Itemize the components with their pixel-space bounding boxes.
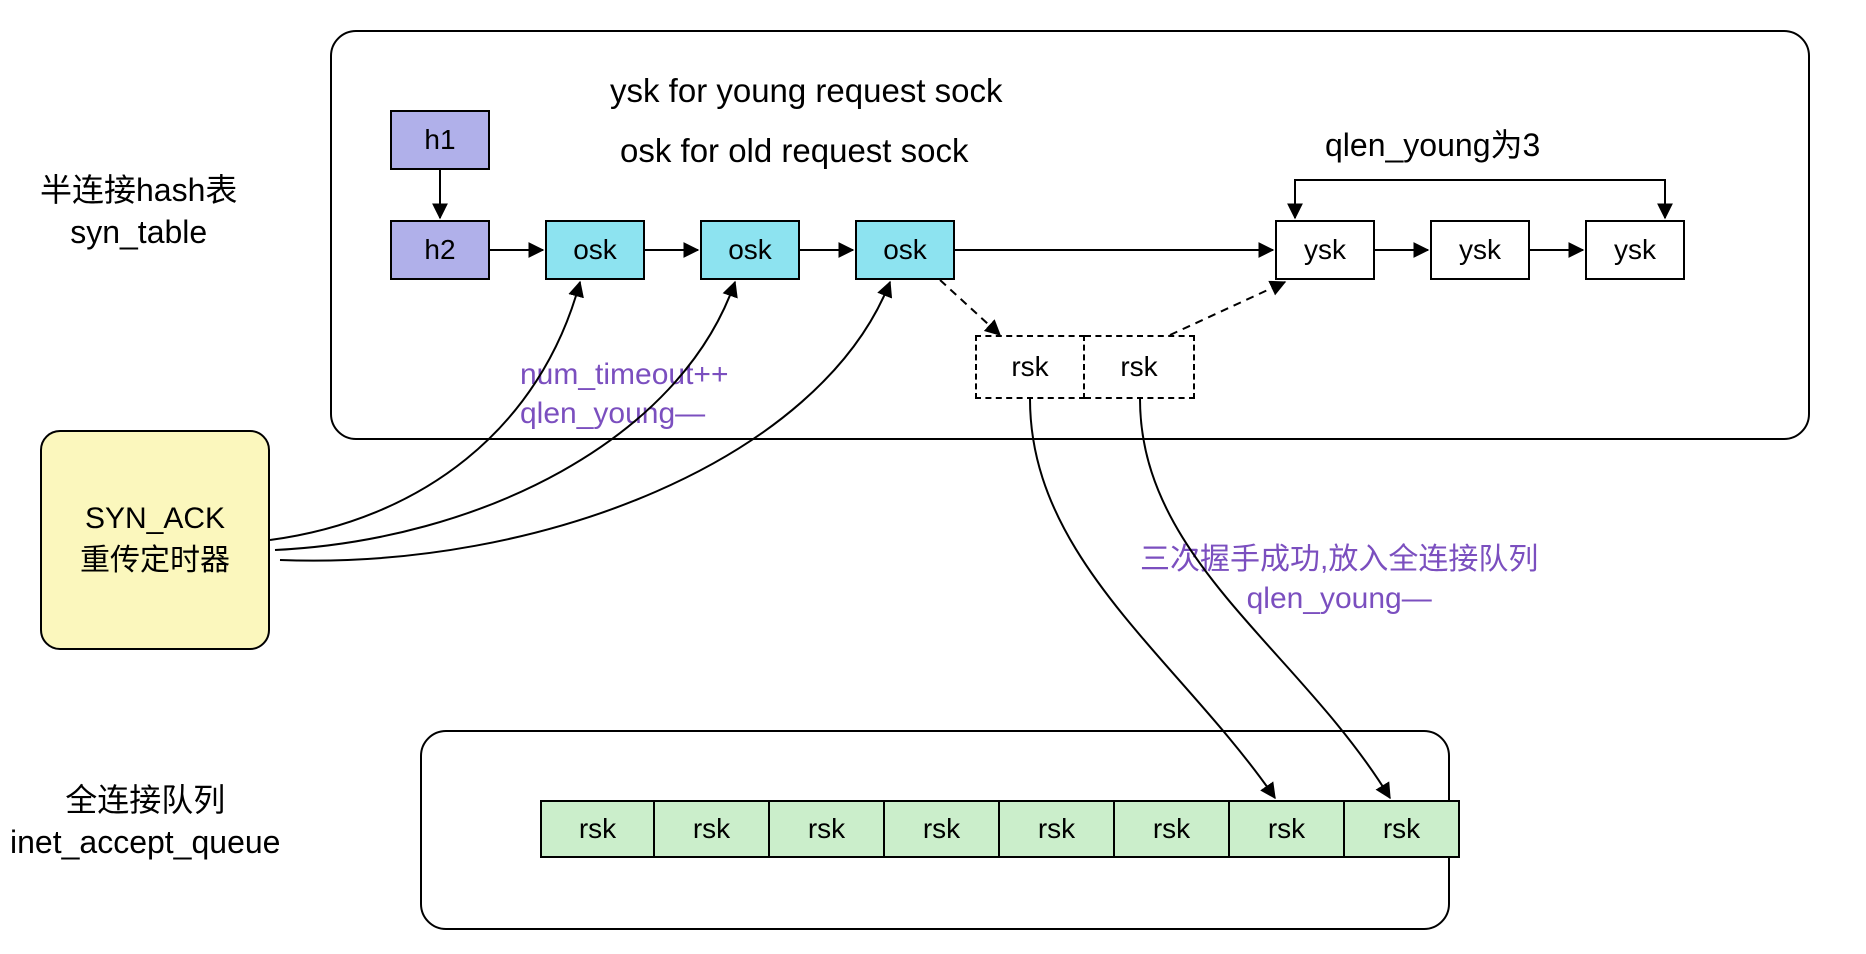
accept-rsk-0: rsk xyxy=(540,800,655,858)
ysk-node-2: ysk xyxy=(1430,220,1530,280)
ysk-definition: ysk for young request sock xyxy=(610,70,1003,113)
rsk-dashed-2: rsk xyxy=(1085,335,1195,399)
accept-queue-label: 全连接队列inet_accept_queue xyxy=(10,780,280,863)
syn-table-label: 半连接hash表syn_table xyxy=(40,170,237,253)
accept-rsk-7: rsk xyxy=(1345,800,1460,858)
ysk-node-3: ysk xyxy=(1585,220,1685,280)
timeout-text: num_timeout++qlen_young— xyxy=(520,355,728,433)
ysk-node-1: ysk xyxy=(1275,220,1375,280)
rsk-dashed-1: rsk xyxy=(975,335,1085,399)
diagram-stage: 半连接hash表syn_table 全连接队列inet_accept_queue… xyxy=(0,0,1866,954)
handshake-text: 三次握手成功,放入全连接队列qlen_young— xyxy=(1140,540,1538,618)
hash-bucket-h1: h1 xyxy=(390,110,490,170)
accept-rsk-3: rsk xyxy=(885,800,1000,858)
accept-rsk-1: rsk xyxy=(655,800,770,858)
accept-rsk-5: rsk xyxy=(1115,800,1230,858)
syn-ack-timer-text: SYN_ACK重传定时器 xyxy=(80,498,230,582)
osk-definition: osk for old request sock xyxy=(620,130,969,173)
accept-rsk-4: rsk xyxy=(1000,800,1115,858)
qlen-young-label: qlen_young为3 xyxy=(1325,125,1540,167)
osk-node-2: osk xyxy=(700,220,800,280)
accept-rsk-2: rsk xyxy=(770,800,885,858)
accept-rsk-6: rsk xyxy=(1230,800,1345,858)
osk-node-1: osk xyxy=(545,220,645,280)
syn-ack-timer-box: SYN_ACK重传定时器 xyxy=(40,430,270,650)
osk-node-3: osk xyxy=(855,220,955,280)
hash-bucket-h2: h2 xyxy=(390,220,490,280)
